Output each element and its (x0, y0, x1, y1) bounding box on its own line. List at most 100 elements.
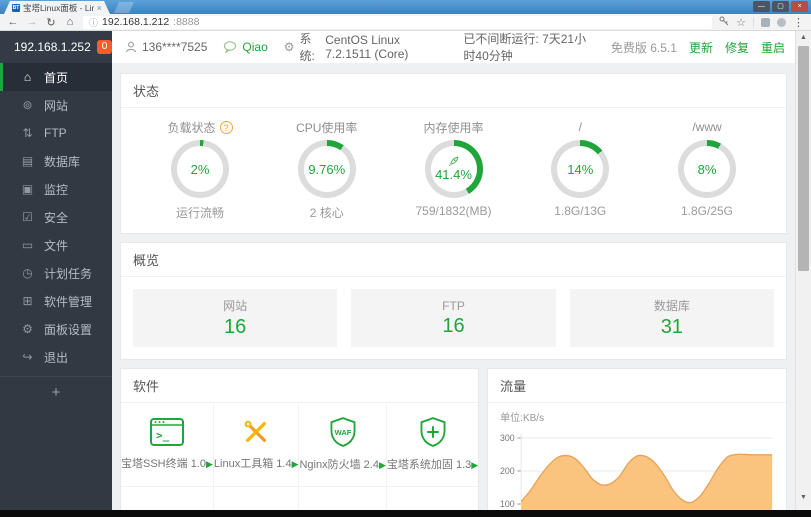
panel-version: 免费版 6.5.1 (610, 40, 677, 55)
sidebar-item-label: FTP (44, 126, 67, 140)
new-tab-button[interactable] (114, 2, 134, 13)
overview-ftp[interactable]: FTP 16 (351, 289, 556, 347)
database-icon: ▤ (21, 154, 34, 168)
home-icon: ⌂ (23, 70, 32, 84)
address-bar[interactable]: ⓘ 192.168.1.212 :8888 (83, 15, 713, 29)
server-ip-block[interactable]: 192.168.1.252 0 (0, 31, 113, 63)
svg-text:300: 300 (500, 433, 515, 443)
sidebar-item-ftp[interactable]: ⇅ FTP (0, 119, 112, 147)
software-name: Linux工具箱 (213, 458, 274, 470)
sidebar-item-logout[interactable]: ↪ 退出 (0, 343, 112, 371)
sidebar-item-database[interactable]: ▤ 数据库 (0, 147, 112, 175)
rocket-icon[interactable] (448, 156, 459, 167)
account-number: 136****7525 (142, 40, 208, 54)
transfer-icon: ⇅ (22, 126, 33, 140)
page-scrollbar[interactable]: ▲ ▼ (795, 31, 811, 511)
software-version: 1.4 (276, 458, 292, 470)
system-value: CentOS Linux 7.2.1511 (Core) (325, 33, 409, 61)
grid-icon: ⊞ (22, 294, 33, 308)
scrollbar-down-arrow[interactable]: ▼ (796, 491, 811, 505)
arrow-icon: ▶ (205, 459, 213, 469)
sidebar-item-label: 文件 (44, 238, 69, 253)
software-item-partial[interactable] (121, 487, 214, 511)
software-name: Nginx防火墙 (299, 459, 361, 471)
bookmark-star-icon[interactable]: ☆ (736, 16, 746, 29)
overview-card: 概览 网站 16 FTP 16 数据库 31 (120, 242, 787, 360)
sidebar-item-appstore[interactable]: ⊞ 软件管理 (0, 287, 112, 315)
gauge-value: 14% (567, 161, 594, 177)
main-content: 状态 负载状态 ? 2% 运行流畅 CPU使用率 9.76% 2 核心 内存使用… (112, 63, 795, 511)
scrollbar-up-arrow[interactable]: ▲ (796, 31, 811, 45)
arrow-icon: ▶ (378, 460, 386, 470)
repair-link[interactable]: 修复 (725, 39, 749, 56)
arrow-icon: ▶ (471, 460, 479, 470)
svg-text:WAF: WAF (334, 428, 351, 437)
screen-bottom-edge (0, 510, 811, 517)
overview-label: 网站 (223, 299, 248, 313)
sidebar-item-files[interactable]: ▭ 文件 (0, 231, 112, 259)
software-item-partial[interactable] (214, 487, 300, 511)
gauge-sub: 1.8G/13G (554, 204, 607, 218)
folder-icon: ▭ (21, 238, 34, 252)
traffic-card: 流量 单位:KB/s 300 200 100 (487, 368, 787, 511)
overview-websites[interactable]: 网站 16 (133, 289, 338, 347)
sidebar-item-label: 安全 (44, 210, 69, 225)
gauge-sub: 759/1832(MB) (415, 204, 492, 218)
overview-label: FTP (442, 298, 465, 313)
tab-close-icon[interactable]: × (97, 3, 102, 13)
svg-text:200: 200 (500, 466, 515, 476)
overview-databases[interactable]: 数据库 31 (569, 289, 774, 347)
forward-icon[interactable]: → (26, 16, 38, 28)
scrollbar-thumb[interactable] (798, 46, 809, 271)
refresh-icon[interactable]: ↻ (45, 16, 57, 29)
key-icon[interactable] (719, 16, 729, 29)
restart-link[interactable]: 重启 (761, 39, 785, 56)
software-item-empty (299, 487, 387, 511)
back-icon[interactable]: ← (7, 16, 19, 28)
window-minimize-button[interactable]: — (753, 1, 770, 12)
sidebar-item-label: 软件管理 (44, 294, 93, 309)
home-icon[interactable]: ⌂ (64, 16, 76, 28)
window-maximize-button[interactable]: ▢ (772, 1, 789, 12)
account-item[interactable]: 136****7525 (125, 40, 207, 54)
window-close-button[interactable]: × (791, 1, 808, 12)
software-linux-toolbox[interactable]: Linux工具箱 1.4▶ (213, 403, 300, 487)
notification-badge: 0 (96, 40, 113, 54)
user-icon (126, 41, 136, 53)
info-icon[interactable]: ⓘ (89, 16, 98, 29)
sidebar-item-monitor[interactable]: ▣ 监控 (0, 175, 112, 203)
sidebar-item-label: 计划任务 (44, 266, 93, 281)
gear-icon: ⚙ (22, 322, 33, 336)
software-name: 宝塔SSH终端 (121, 458, 188, 470)
update-link[interactable]: 更新 (689, 39, 713, 56)
sidebar-item-cron[interactable]: ◷ 计划任务 (0, 259, 112, 287)
overview-value: 31 (660, 316, 683, 338)
software-nginx-waf[interactable]: WAF Nginx防火墙 2.4▶ (299, 403, 387, 487)
software-ssh-terminal[interactable]: >_ 宝塔SSH终端 1.0▶ (121, 403, 214, 487)
favicon-bt: BT (12, 4, 20, 11)
sidebar-item-security[interactable]: ☑ 安全 (0, 203, 112, 231)
gauge-memory: 内存使用率 41.4% 759/1832(MB) (399, 118, 509, 221)
svg-text:>_: >_ (156, 429, 170, 442)
extension-icon[interactable] (761, 17, 770, 27)
system-item: ⚙ 系统: CentOS Linux 7.2.1511 (Core) (284, 30, 448, 64)
gauge-sub: 2 核心 (309, 206, 344, 220)
software-system-hardening[interactable]: 宝塔系统加固 1.3▶ (386, 403, 479, 487)
gauge-cpu: CPU使用率 9.76% 2 核心 (272, 118, 382, 221)
sidebar: ⌂ 首页 ⊚ 网站 ⇅ FTP ▤ 数据库 ▣ 监控 ☑ 安全 ▭ 文件 ◷ 计 (0, 63, 112, 511)
globe-icon: ⊚ (22, 98, 33, 112)
sidebar-item-website[interactable]: ⊚ 网站 (0, 91, 112, 119)
sidebar-item-settings[interactable]: ⚙ 面板设置 (0, 315, 112, 343)
gauge-sub: 运行流畅 (175, 206, 224, 220)
extension-icon[interactable] (777, 17, 786, 27)
help-icon[interactable]: ? (219, 120, 233, 134)
menu-icon[interactable]: ⋮ (793, 16, 804, 29)
sidebar-add-button[interactable]: + (0, 377, 112, 401)
svg-text:100: 100 (500, 499, 515, 509)
tab-title: 宝塔Linux面板 - Linux版 (23, 2, 92, 13)
qq-item[interactable]: Qiao (223, 40, 268, 54)
gauge-label: /www (692, 120, 722, 134)
gauge-ring: 2% (171, 140, 229, 198)
browser-tab[interactable]: BT 宝塔Linux面板 - Linux版 × (4, 1, 110, 14)
sidebar-item-home[interactable]: ⌂ 首页 (0, 63, 112, 91)
